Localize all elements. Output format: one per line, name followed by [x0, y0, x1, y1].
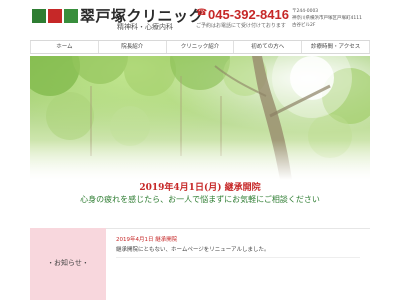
logo-square-green-2	[64, 9, 78, 23]
phone-icon: ☎	[196, 8, 208, 18]
news-list: 2019年4月1日 継承開院 継承開院にともない、ホームページをリニューアルしま…	[106, 228, 370, 300]
nav-item-home[interactable]: ホーム	[30, 41, 99, 53]
address-postal: 〒244-0003	[292, 9, 319, 14]
news-divider	[116, 257, 360, 258]
nav-item-first-visit[interactable]: 初めての方へ	[234, 41, 303, 53]
address-line-1: 神奈川県横浜市戸塚区戸塚町4111	[292, 16, 362, 21]
nav-item-director[interactable]: 院長紹介	[99, 41, 167, 53]
hero-tagline: 心身の疲れを感じたら、お一人で悩まずにお気軽にご相談ください	[80, 195, 320, 204]
news-item-title[interactable]: 2019年4月1日 継承開院	[116, 235, 177, 243]
address-line-2: 古谷ビル2F	[292, 23, 316, 28]
hero-headline: 2019年4月1日(月) 継承開院	[139, 183, 261, 193]
phone-number[interactable]: 045-392-8416	[208, 7, 289, 22]
hero-fade	[30, 140, 370, 180]
clinic-departments: 精神科・心療内科	[117, 23, 173, 31]
logo-mark[interactable]	[32, 9, 78, 23]
hero-image	[30, 56, 370, 180]
logo-square-green	[32, 9, 46, 23]
site-header: 翠戸塚クリニック 精神科・心療内科 ☎ 045-392-8416 ご予約はお電話…	[0, 0, 400, 38]
logo-square-red	[48, 9, 62, 23]
clinic-address: 〒244-0003 神奈川県横浜市戸塚区戸塚町4111 古谷ビル2F	[292, 8, 362, 29]
news-section-label-box: ・お知らせ・	[30, 228, 106, 300]
main-nav: ホーム 院長紹介 クリニック紹介 初めての方へ 診療時間・アクセス	[30, 40, 370, 54]
news-item-body: 継承開院にともない、ホームページをリニューアルしました。	[116, 247, 270, 253]
nav-item-clinic[interactable]: クリニック紹介	[167, 41, 235, 53]
phone-note: ご予約はお電話にて受け付けております	[196, 23, 286, 29]
news-section-label: ・お知らせ・	[47, 259, 89, 267]
nav-item-hours-access[interactable]: 診療時間・アクセス	[302, 41, 370, 53]
